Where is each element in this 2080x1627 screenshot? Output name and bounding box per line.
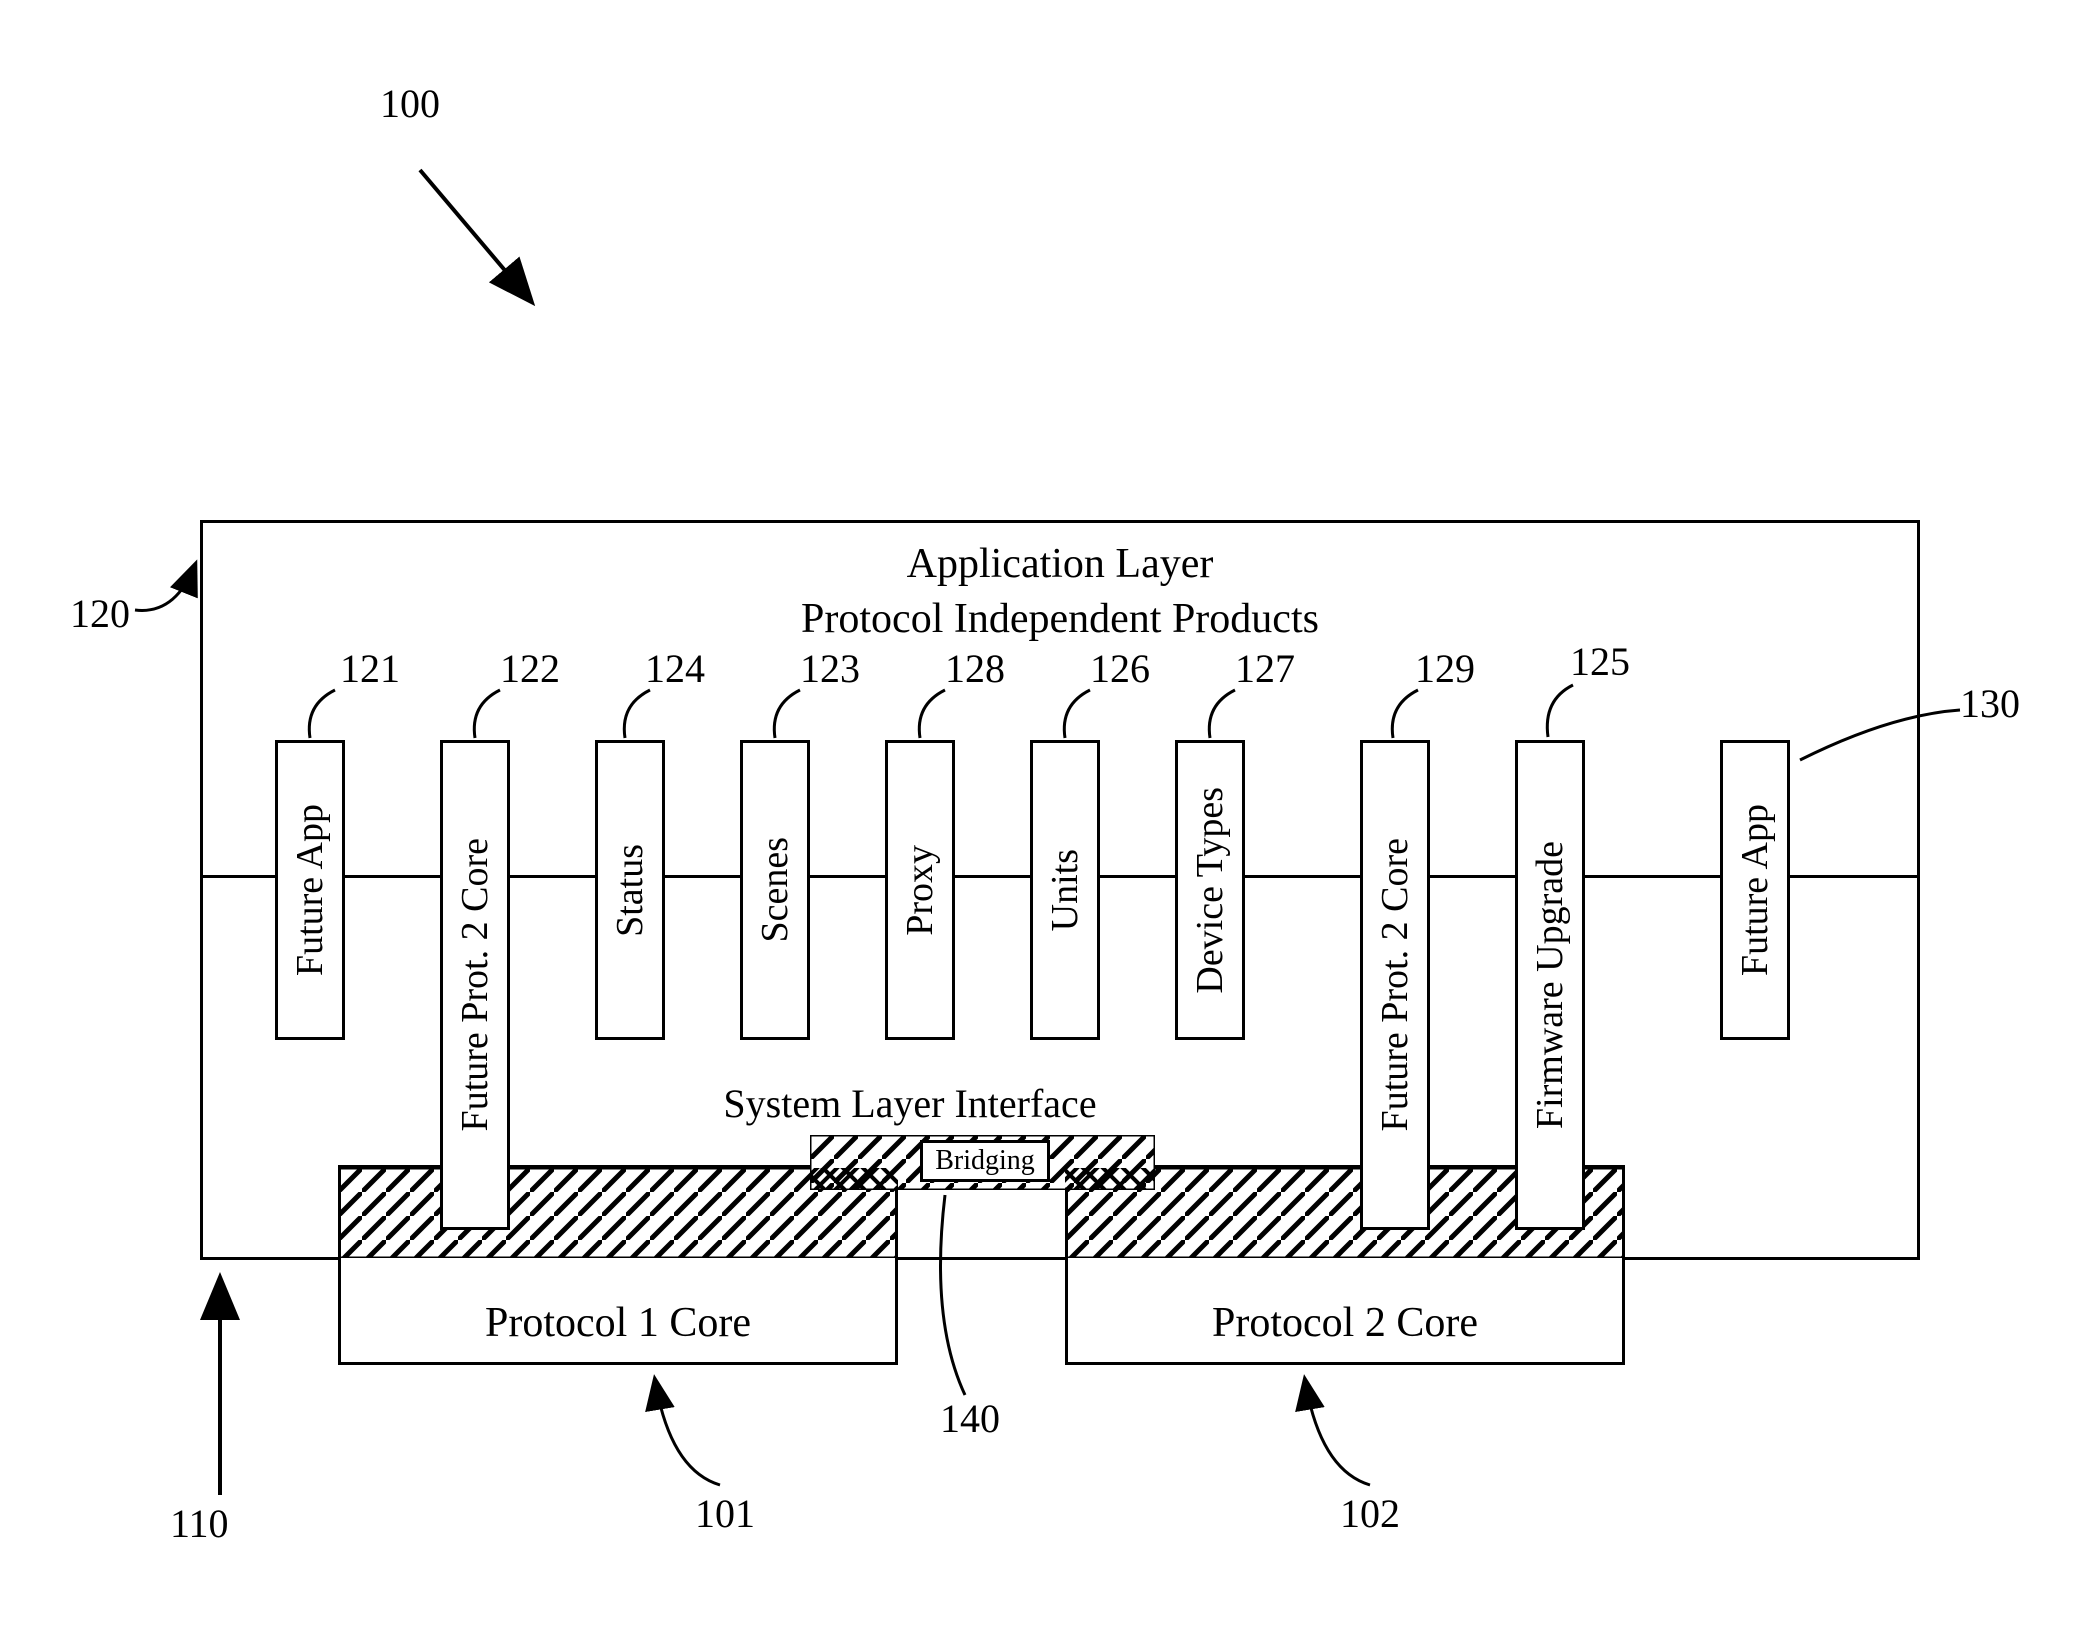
leader-122 [465,690,515,740]
leader-123 [765,690,815,740]
box-future-app-right: Future App [1720,740,1790,1040]
leader-124 [615,690,665,740]
box-proxy: Proxy [885,740,955,1040]
leader-110 [200,1270,260,1500]
ref-122: 122 [500,645,560,692]
title-line-1: Application Layer [200,540,1920,588]
ref-120: 120 [70,590,130,637]
ref-100: 100 [380,80,440,127]
box-units: Units [1030,740,1100,1040]
ref-126: 126 [1090,645,1150,692]
arrow-100 [370,150,570,350]
title-line-2: Protocol Independent Products [200,595,1920,643]
box-future-app-left: Future App [275,740,345,1040]
leader-140 [920,1190,1000,1400]
ref-110: 110 [170,1500,229,1547]
leader-120 [135,560,215,620]
leader-101 [640,1370,740,1490]
box-device-types: Device Types [1175,740,1245,1040]
ref-102: 102 [1340,1490,1400,1537]
leader-129 [1383,690,1433,740]
ref-128: 128 [945,645,1005,692]
leader-130 [1790,710,1970,790]
bridging-label: Bridging [920,1140,1050,1182]
leader-102 [1290,1370,1390,1490]
box-scenes: Scenes [740,740,810,1040]
leader-126 [1055,690,1105,740]
ref-123: 123 [800,645,860,692]
ref-127: 127 [1235,645,1295,692]
ref-121: 121 [340,645,400,692]
ref-124: 124 [645,645,705,692]
ref-140: 140 [940,1395,1000,1442]
system-layer-label: System Layer Interface [660,1080,1160,1127]
leader-127 [1200,690,1250,740]
leader-128 [910,690,960,740]
box-future-prot2-core-right-over: Future Prot. 2 Core [1360,740,1430,1230]
leader-125 [1538,685,1588,740]
leader-121 [300,690,350,740]
ref-125: 125 [1570,638,1630,685]
ref-101: 101 [695,1490,755,1537]
box-firmware-upgrade-over: Firmware Upgrade [1515,740,1585,1230]
diagram-canvas: 100 Application Layer Protocol Independe… [40,40,2040,1587]
box-status: Status [595,740,665,1040]
box-future-prot2-core-left-over: Future Prot. 2 Core [440,740,510,1230]
ref-129: 129 [1415,645,1475,692]
